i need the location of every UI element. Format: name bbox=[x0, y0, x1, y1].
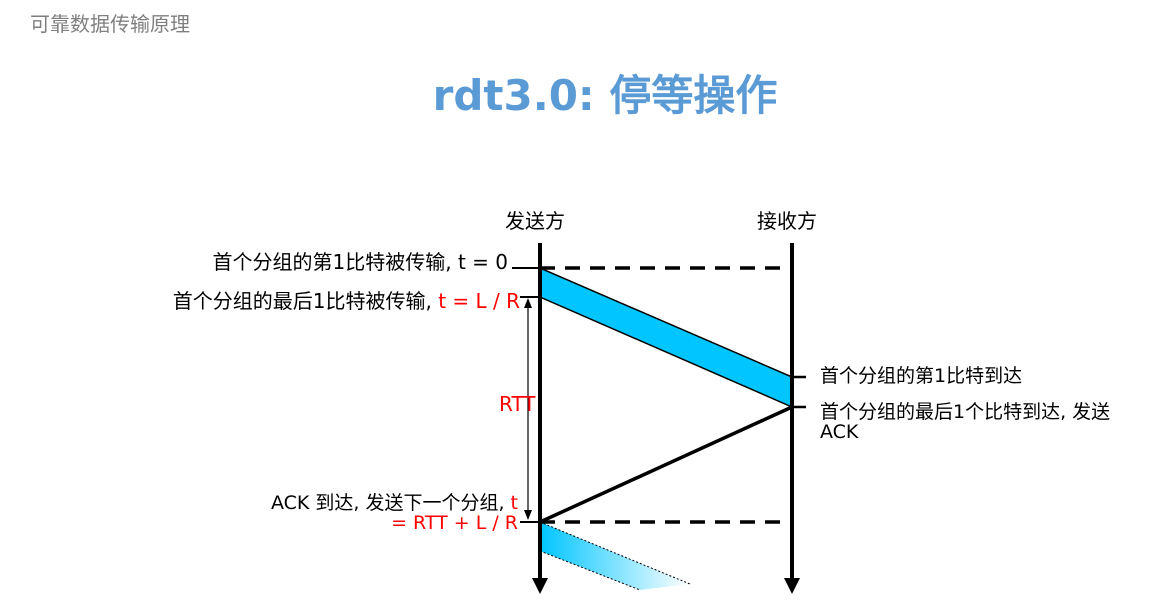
last-bit-sent-label: 首个分组的最后1比特被传输, t = L / R bbox=[173, 285, 520, 314]
last-bit-sent-text: 首个分组的最后1比特被传输, bbox=[172, 289, 439, 313]
last-bit-arrive-label: 首个分组的最后1个比特到达, 发送 bbox=[820, 401, 1111, 423]
ack-arrive-label: ACK 到达, 发送下一个分组, t bbox=[271, 488, 518, 515]
ack-arrive-time: = RTT + L / R bbox=[391, 512, 518, 534]
receiver-label: 接收方 bbox=[757, 209, 817, 233]
ack-line bbox=[539, 405, 793, 524]
first-bit-arrive-label: 首个分组的第1比特到达 bbox=[820, 365, 1023, 387]
sender-label: 发送方 bbox=[505, 209, 565, 233]
last-bit-sent-time: t = L / R bbox=[438, 289, 520, 313]
ack-arrive-text: ACK 到达, 发送下一个分组, bbox=[270, 492, 511, 514]
ack-arrive-t: t bbox=[510, 492, 518, 514]
packet-1-band bbox=[539, 266, 793, 409]
rtt-label: RTT bbox=[499, 392, 536, 416]
last-bit-arrive-ack: ACK bbox=[820, 421, 859, 443]
first-bit-sent-label: 首个分组的第1比特被传输, t = 0 bbox=[212, 250, 508, 274]
